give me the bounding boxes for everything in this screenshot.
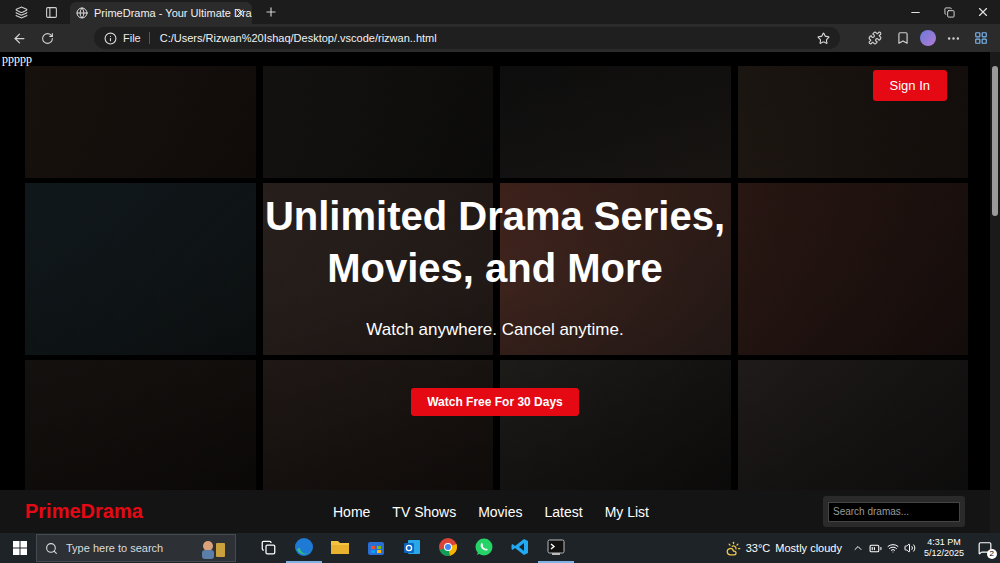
- nav-link[interactable]: Home: [333, 504, 370, 520]
- weather-widget[interactable]: 33°C Mostly cloudy: [726, 541, 842, 556]
- site-logo[interactable]: PrimeDrama: [25, 500, 325, 523]
- copilot-icon: [974, 31, 988, 45]
- restore-icon: [944, 7, 955, 18]
- favorites-icon: [896, 31, 910, 45]
- outlook-icon: [403, 538, 421, 556]
- hero-overlay: Unlimited Drama Series, Movies, and More…: [0, 66, 990, 490]
- address-scheme: File: [123, 32, 150, 44]
- address-text: C:/Users/Rizwan%20Ishaq/Desktop/.vscode/…: [156, 32, 811, 44]
- taskbar-app[interactable]: [286, 533, 322, 563]
- menu-button[interactable]: [942, 28, 964, 48]
- search-box: [823, 496, 965, 527]
- nav-link[interactable]: My List: [605, 504, 649, 520]
- hero-subtitle: Watch anywhere. Cancel anytime.: [366, 320, 623, 340]
- vertical-tabs-button[interactable]: [40, 2, 62, 22]
- page-scrollbar[interactable]: [990, 52, 1000, 533]
- weather-icon: [726, 541, 741, 556]
- back-button[interactable]: [8, 28, 30, 48]
- store-icon: [367, 538, 385, 556]
- watch-free-button[interactable]: Watch Free For 30 Days: [411, 388, 579, 416]
- edge-icon: [294, 537, 314, 557]
- more-icon: [946, 31, 961, 46]
- whatsapp-icon: [474, 537, 494, 557]
- nav-link[interactable]: Latest: [545, 504, 583, 520]
- minimize-icon: [909, 6, 922, 19]
- taskbar-app[interactable]: [322, 533, 358, 563]
- terminal-app-icon: [547, 538, 565, 556]
- puzzle-icon: [868, 31, 882, 45]
- start-button[interactable]: [10, 541, 30, 555]
- page-content: pppppUnlimited Drama Series, Movies, and…: [0, 52, 990, 533]
- close-window-button[interactable]: [966, 0, 1000, 24]
- workspaces-button[interactable]: [10, 2, 32, 22]
- taskbar-app[interactable]: [538, 533, 574, 563]
- show-hidden-icon[interactable]: [852, 542, 864, 554]
- address-row: File C:/Users/Rizwan%20Ishaq/Desktop/.vsc…: [0, 24, 1000, 52]
- system-tray: [852, 542, 916, 555]
- chrome-icon: [438, 537, 458, 557]
- task-view-button[interactable]: [250, 533, 286, 563]
- sign-in-button[interactable]: Sign In: [873, 70, 947, 101]
- back-arrow-icon: [12, 31, 27, 46]
- page-globe-icon: [76, 7, 88, 19]
- stray-text: ppppp: [0, 52, 990, 66]
- taskbar-apps: [250, 533, 574, 563]
- browser-tab[interactable]: PrimeDrama - Your Ultimate Dra: [70, 2, 252, 24]
- taskbar-app[interactable]: [502, 533, 538, 563]
- favorite-star-icon[interactable]: [817, 32, 830, 45]
- info-icon: [104, 32, 117, 45]
- clock[interactable]: 4:31 PM5/12/2025: [924, 537, 964, 559]
- search-icon: [45, 542, 58, 555]
- weather-condition: Mostly cloudy: [775, 542, 842, 554]
- nav-links: Home TV Shows Movies Latest My List: [333, 504, 649, 520]
- hero-title: Unlimited Drama Series, Movies, and More: [225, 190, 765, 294]
- weather-temp: 33°C: [746, 542, 771, 554]
- nav-link[interactable]: TV Shows: [392, 504, 456, 520]
- hero-section: Unlimited Drama Series, Movies, and More…: [0, 66, 990, 490]
- notification-count: 2: [987, 549, 997, 559]
- file-explorer-icon: [330, 538, 350, 556]
- workspaces-icon: [15, 6, 28, 19]
- scrollbar-thumb[interactable]: [992, 66, 998, 216]
- restore-button[interactable]: [932, 0, 966, 24]
- refresh-button[interactable]: [36, 28, 58, 48]
- plus-icon: [264, 5, 278, 19]
- volume-icon[interactable]: [904, 542, 916, 554]
- extensions-button[interactable]: [864, 28, 886, 48]
- taskbar-app[interactable]: [430, 533, 466, 563]
- taskbar: Type here to search 33°C Mostly cloudy 4:31…: [0, 533, 1000, 563]
- refresh-icon: [41, 32, 54, 45]
- clock-time: 4:31 PM: [927, 537, 961, 548]
- new-tab-button[interactable]: [260, 2, 282, 22]
- taskbar-app[interactable]: [394, 533, 430, 563]
- task-view-icon: [261, 540, 276, 555]
- search-input[interactable]: [828, 502, 960, 522]
- web-page: pppppUnlimited Drama Series, Movies, and…: [0, 52, 1000, 533]
- notifications-button[interactable]: 2: [974, 541, 996, 555]
- search-highlight-icon: [197, 537, 227, 559]
- battery-icon[interactable]: [869, 542, 882, 555]
- tab-title: PrimeDrama - Your Ultimate Dra: [94, 7, 228, 19]
- bottom-nav-bar: PrimeDrama Home TV Shows Movies Latest My Lis…: [0, 490, 990, 533]
- profile-avatar-icon[interactable]: [920, 30, 936, 46]
- windows-icon: [13, 541, 27, 555]
- taskbar-search[interactable]: Type here to search: [36, 534, 236, 562]
- favorites-button[interactable]: [892, 28, 914, 48]
- taskbar-search-placeholder: Type here to search: [66, 542, 189, 554]
- close-tab-icon[interactable]: [234, 7, 246, 19]
- taskbar-app[interactable]: [466, 533, 502, 563]
- desktop-screen: PrimeDrama - Your Ultimate Dra File C:/Use…: [0, 0, 1000, 563]
- address-bar[interactable]: File C:/Users/Rizwan%20Ishaq/Desktop/.vsc…: [94, 27, 840, 49]
- wifi-icon[interactable]: [887, 542, 899, 554]
- nav-link[interactable]: Movies: [478, 504, 522, 520]
- taskbar-app[interactable]: [358, 533, 394, 563]
- browser-tab-bar: PrimeDrama - Your Ultimate Dra: [0, 0, 1000, 24]
- minimize-button[interactable]: [898, 0, 932, 24]
- window-controls: [898, 0, 1000, 24]
- close-icon: [976, 5, 990, 19]
- tabs-panel-icon: [45, 6, 58, 19]
- clock-date: 5/12/2025: [924, 548, 964, 559]
- vscode-icon: [511, 538, 529, 556]
- copilot-button[interactable]: [970, 28, 992, 48]
